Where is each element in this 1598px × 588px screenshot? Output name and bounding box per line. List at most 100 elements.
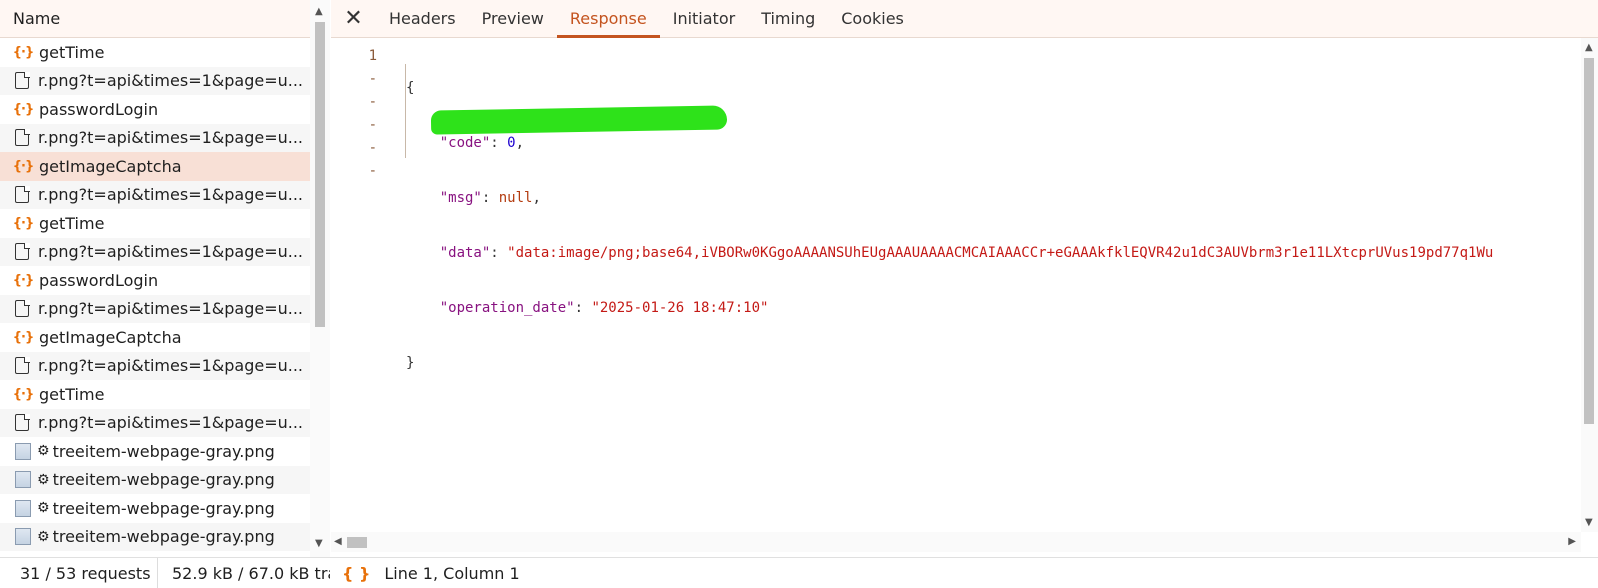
image-file-icon bbox=[15, 471, 31, 489]
request-name: getImageCaptcha bbox=[39, 156, 182, 176]
document-icon bbox=[15, 128, 30, 147]
open-brace: { bbox=[406, 80, 415, 96]
request-row[interactable]: ⚙ treeitem-webpage-gray.png bbox=[0, 522, 310, 551]
code-key: "code" bbox=[439, 135, 491, 151]
msg-value: null bbox=[498, 190, 533, 206]
scroll-thumb[interactable] bbox=[315, 22, 325, 327]
document-icon bbox=[15, 185, 30, 204]
tab-response[interactable]: Response bbox=[556, 0, 660, 38]
request-name: r.png?t=api&times=1&page=u... bbox=[38, 356, 304, 376]
request-row[interactable]: {·} passwordLogin bbox=[0, 95, 310, 124]
request-row[interactable]: {·} getImageCaptcha bbox=[0, 323, 310, 352]
request-row[interactable]: r.png?t=api&times=1&page=u... bbox=[0, 351, 310, 380]
close-icon[interactable]: ✕ bbox=[331, 0, 376, 37]
request-name: r.png?t=api&times=1&page=u... bbox=[38, 242, 304, 262]
code-value: 0 bbox=[507, 135, 516, 151]
request-name: treeitem-webpage-gray.png bbox=[52, 470, 275, 490]
response-viewer[interactable]: 1 - - - - - { "code": 0, "msg": null, "data":… bbox=[331, 38, 1581, 532]
response-vertical-scrollbar[interactable]: ▲ ▼ bbox=[1581, 38, 1598, 532]
response-horizontal-scrollbar[interactable]: ◀ ▶ bbox=[331, 532, 1581, 552]
document-icon bbox=[15, 242, 30, 261]
gear-icon: ⚙ bbox=[37, 443, 50, 460]
request-name: r.png?t=api&times=1&page=u... bbox=[38, 413, 304, 433]
line-number: - bbox=[368, 71, 377, 87]
document-icon bbox=[15, 299, 30, 318]
xhr-icon: {·} bbox=[12, 158, 34, 174]
json-line-close: } bbox=[406, 345, 1493, 371]
request-name: r.png?t=api&times=1&page=u... bbox=[38, 299, 304, 319]
transfer-size: 52.9 kB / 67.0 kB tra bbox=[172, 563, 330, 583]
tab-headers[interactable]: Headers bbox=[376, 0, 469, 37]
scroll-left-icon[interactable]: ◀ bbox=[334, 536, 342, 547]
request-row[interactable]: r.png?t=api&times=1&page=u... bbox=[0, 66, 310, 95]
scroll-right-icon[interactable]: ▶ bbox=[1568, 536, 1576, 547]
xhr-icon: {·} bbox=[12, 101, 34, 117]
pretty-print-icon[interactable]: { } bbox=[342, 564, 370, 583]
request-row[interactable]: ⚙ treeitem-webpage-gray.png bbox=[0, 465, 310, 494]
scroll-thumb[interactable] bbox=[1584, 58, 1594, 424]
json-line-code: "code": 0, bbox=[439, 135, 525, 151]
line-number: - bbox=[368, 163, 377, 179]
request-name: r.png?t=api&times=1&page=u... bbox=[38, 71, 304, 91]
line-number: - bbox=[368, 140, 377, 156]
image-file-icon bbox=[15, 442, 31, 460]
gear-icon: ⚙ bbox=[37, 528, 50, 545]
request-list: Name {·} getTime r.png?t=api&times=1&page=… bbox=[0, 0, 330, 557]
request-name: getImageCaptcha bbox=[39, 327, 182, 347]
request-row[interactable]: {·} getImageCaptcha bbox=[0, 152, 310, 181]
request-name: passwordLogin bbox=[39, 270, 159, 290]
scroll-thumb[interactable] bbox=[347, 537, 367, 548]
request-name: treeitem-webpage-gray.png bbox=[52, 527, 275, 547]
document-icon bbox=[15, 71, 30, 90]
status-bar: 31 / 53 requests 52.9 kB / 67.0 kB tra {… bbox=[0, 557, 1598, 588]
request-row[interactable]: ⚙ treeitem-webpage-gray.png bbox=[0, 437, 310, 466]
scroll-down-icon[interactable]: ▼ bbox=[315, 538, 323, 549]
request-row[interactable]: r.png?t=api&times=1&page=u... bbox=[0, 294, 310, 323]
request-row[interactable]: {·} getTime bbox=[0, 209, 310, 238]
request-row[interactable]: {·} getTime bbox=[0, 38, 310, 67]
request-row[interactable]: {·} passwordLogin bbox=[0, 266, 310, 295]
request-list-scrollbar[interactable]: ▲ ▼ bbox=[310, 0, 330, 557]
close-brace: } bbox=[406, 355, 415, 371]
msg-key: "msg" bbox=[439, 190, 482, 206]
tab-cookies[interactable]: Cookies bbox=[828, 0, 917, 37]
request-row[interactable]: r.png?t=api&times=1&page=u... bbox=[0, 180, 310, 209]
request-name: getTime bbox=[39, 384, 105, 404]
line-numbers: 1 - - - - - bbox=[331, 38, 391, 179]
scroll-up-icon[interactable]: ▲ bbox=[1585, 42, 1593, 53]
json-line-date: "operation_date": "2025-01-26 18:47:10" bbox=[439, 300, 769, 316]
request-row[interactable]: r.png?t=api&times=1&page=u... bbox=[0, 237, 310, 266]
request-count: 31 / 53 requests bbox=[0, 557, 158, 588]
tab-timing[interactable]: Timing bbox=[748, 0, 828, 37]
data-value: "data:image/png;base64,iVBORw0KGgoAAAANS… bbox=[507, 245, 1494, 261]
request-row[interactable]: ⚙ treeitem-webpage-gray.png bbox=[0, 494, 310, 523]
request-name: r.png?t=api&times=1&page=u... bbox=[38, 128, 304, 148]
json-line-1: { bbox=[406, 70, 1493, 96]
xhr-icon: {·} bbox=[12, 215, 34, 231]
request-name: treeitem-webpage-gray.png bbox=[52, 441, 275, 461]
request-row[interactable]: {·} getTime bbox=[0, 380, 310, 409]
name-column-header[interactable]: Name bbox=[0, 0, 329, 38]
request-row[interactable]: r.png?t=api&times=1&page=u... bbox=[0, 408, 310, 437]
xhr-icon: {·} bbox=[12, 329, 34, 345]
image-file-icon bbox=[15, 528, 31, 546]
json-lines: { "code": 0, "msg": null, "data": "data:… bbox=[406, 38, 1493, 400]
xhr-icon: {·} bbox=[12, 386, 34, 402]
request-name: getTime bbox=[39, 213, 105, 233]
scroll-up-icon[interactable]: ▲ bbox=[315, 6, 323, 17]
request-name: getTime bbox=[39, 42, 105, 62]
request-name: r.png?t=api&times=1&page=u... bbox=[38, 185, 304, 205]
line-number: 1 bbox=[368, 48, 377, 64]
image-file-icon bbox=[15, 499, 31, 517]
tab-initiator[interactable]: Initiator bbox=[660, 0, 748, 37]
details-tabs: ✕ Headers Preview Response Initiator Timing C… bbox=[331, 0, 1598, 38]
line-number: - bbox=[368, 94, 377, 110]
json-line-msg: "msg": null, bbox=[439, 190, 541, 206]
line-number: - bbox=[368, 117, 377, 133]
devtools-network-panel: Name {·} getTime r.png?t=api&times=1&page=… bbox=[0, 0, 1598, 588]
tab-preview[interactable]: Preview bbox=[469, 0, 557, 37]
request-row[interactable]: r.png?t=api&times=1&page=u... bbox=[0, 123, 310, 152]
date-value: "2025-01-26 18:47:10" bbox=[591, 300, 769, 316]
cursor-position: Line 1, Column 1 bbox=[384, 563, 520, 583]
scroll-down-icon[interactable]: ▼ bbox=[1585, 517, 1593, 528]
